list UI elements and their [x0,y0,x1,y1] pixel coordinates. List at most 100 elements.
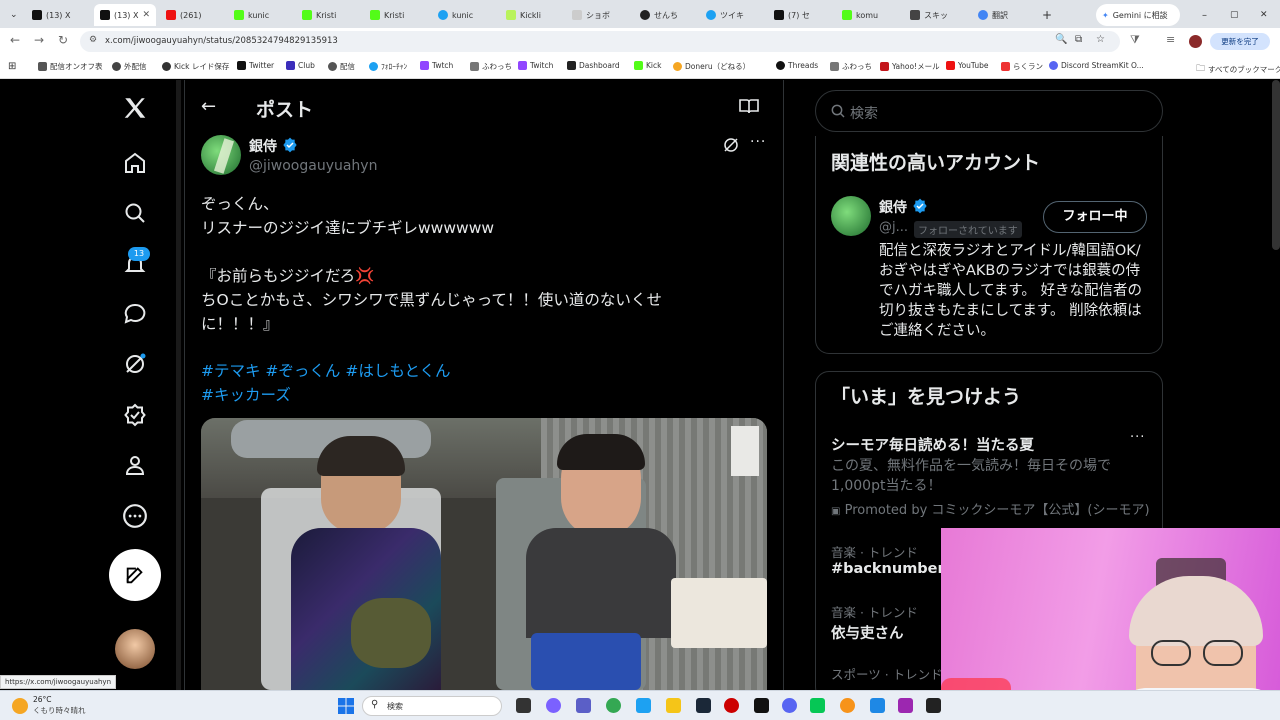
edge-icon[interactable] [636,698,651,713]
update-button[interactable]: 更新を完了 [1210,33,1270,50]
browser-tab[interactable]: komu [836,4,902,26]
profile-avatar[interactable] [1189,35,1202,48]
bookmark-item[interactable]: Kick レイド保存 [162,61,229,72]
windows-start-icon[interactable] [338,698,354,718]
verified-check-icon[interactable] [119,399,151,431]
site-info-icon[interactable]: ⚙ [89,35,97,45]
browser-tab[interactable]: (7) セ [768,4,834,26]
app-icon[interactable] [754,698,769,713]
app-icon[interactable] [898,698,913,713]
browser-tab[interactable]: Kristi [296,4,362,26]
tab-list-button[interactable]: ⌄ [4,4,22,26]
account-avatar[interactable] [115,629,155,669]
bookmark-item[interactable]: Dashboard [567,61,620,70]
line-icon[interactable] [810,698,825,713]
browser-tab-active[interactable]: (13) X ✕ [94,4,156,26]
trend-name[interactable]: 依与吏さん [831,622,904,643]
home-icon[interactable] [119,147,151,179]
hashtags-line[interactable]: #テマキ #ぞっくん #はしもとくん [201,359,451,381]
extensions-icon[interactable]: ⧩ [1130,33,1140,47]
maximize-window-button[interactable]: ▢ [1224,4,1244,26]
steam-icon[interactable] [696,698,711,713]
related-account-name[interactable]: 銀侍 [879,197,907,217]
bookmark-item[interactable]: Twitter [237,61,274,70]
url-field[interactable]: ⚙ x.com/jiwoogauyuahyn/status/2085324794… [80,31,1120,52]
new-tab-button[interactable]: + [1036,4,1056,26]
bookmark-item[interactable]: 配信 [328,61,355,72]
left-scrollbar[interactable] [176,80,181,690]
promo-more-icon[interactable]: ··· [1130,430,1145,445]
following-button[interactable]: フォロー中 [1043,201,1147,233]
gemini-button[interactable]: ✦ Gemini に相談 [1096,4,1180,26]
bookmark-item[interactable]: Threads [776,61,818,70]
taskbar-search-box[interactable]: ⚲ 検索 [362,696,502,716]
install-app-icon[interactable]: ⧉ [1075,34,1082,45]
related-account-avatar[interactable] [831,196,871,236]
terminal-icon[interactable] [926,698,941,713]
grok-icon[interactable] [119,348,151,380]
weather-icon[interactable] [12,698,28,714]
reload-button[interactable]: ↻ [58,33,68,47]
author-avatar[interactable] [201,135,241,175]
browser-tab[interactable]: Kickli [500,4,566,26]
bookmark-item[interactable]: ふわっち [470,61,512,72]
back-arrow-icon[interactable]: ← [201,96,216,117]
chrome-icon[interactable] [606,698,621,713]
browser-tab[interactable]: kunic [228,4,294,26]
minimize-window-button[interactable]: – [1196,4,1216,26]
promo-title[interactable]: シーモア毎日読める！当たる夏 [831,434,1034,455]
browser-tab[interactable]: 翻訳 [972,4,1034,26]
media-icon[interactable]: ≡ [1166,33,1175,46]
browser-tab[interactable]: (13) X [26,4,94,26]
bookmark-item[interactable]: Twtch [420,61,453,70]
task-view-icon[interactable] [516,698,531,713]
discord-icon[interactable] [782,698,797,713]
file-explorer-icon[interactable] [666,698,681,713]
bookmark-item[interactable]: 外配信 [112,61,147,72]
search-icon[interactable] [119,197,151,229]
trend-name[interactable]: #backnumber [831,561,945,577]
obs-icon[interactable] [724,698,739,713]
bookmark-item[interactable]: ﾌｫﾛｰﾁｬﾝ [369,61,407,72]
bookmark-item[interactable]: らくラン [1001,61,1043,72]
copilot-icon[interactable] [546,698,561,713]
messages-icon[interactable] [119,298,151,330]
bookmark-item[interactable]: Kick [634,61,661,70]
browser-tab[interactable]: スキッ [904,4,970,26]
bookmark-item[interactable]: Discord StreamKit O... [1049,61,1144,70]
browser-tab[interactable]: kunic [432,4,498,26]
browser-tab[interactable]: Kristi [364,4,430,26]
browser-tab[interactable]: ショボ [566,4,632,26]
bookmark-item[interactable]: YouTube [946,61,989,70]
zoom-icon[interactable]: 🔍 [1055,34,1067,45]
bookmark-item[interactable]: Yahoo!メール [880,61,940,72]
author-handle[interactable]: @jiwoogauyuahyn [249,158,377,174]
x-logo-icon[interactable] [119,92,151,124]
bookmark-item[interactable]: Doneru（どねる） [673,61,750,72]
grok-explain-icon[interactable] [722,136,740,158]
related-account-handle[interactable]: @j... [879,220,908,235]
compose-post-button[interactable] [109,549,161,601]
bookmark-star-icon[interactable]: ☆ [1096,34,1105,45]
more-options-icon[interactable] [119,500,151,532]
post-more-icon[interactable]: ··· [750,134,766,150]
post-video[interactable] [201,418,767,690]
browser-tab[interactable]: せんち [634,4,700,26]
bookmark-item[interactable]: 配信オンオフ表 [38,61,103,72]
page-scrollbar[interactable] [1272,80,1280,250]
teams-icon[interactable] [576,698,591,713]
back-button[interactable]: ← [10,33,20,47]
profile-icon[interactable] [119,449,151,481]
forward-button[interactable]: → [34,33,44,47]
close-tab-icon[interactable]: ✕ [142,10,150,20]
app-icon[interactable] [840,698,855,713]
close-window-button[interactable]: ✕ [1254,4,1274,26]
search-box[interactable]: 検索 [815,90,1163,132]
bookmark-item[interactable]: Twitch [518,61,553,70]
browser-tab[interactable]: ツイキ [700,4,766,26]
browser-tab[interactable]: (261) [160,4,226,26]
bookmark-item[interactable]: Club [286,61,315,70]
bookmark-item[interactable]: ふわっち [830,61,872,72]
apps-icon[interactable]: ⊞ [8,61,16,72]
author-name[interactable]: 銀侍 [249,136,277,156]
